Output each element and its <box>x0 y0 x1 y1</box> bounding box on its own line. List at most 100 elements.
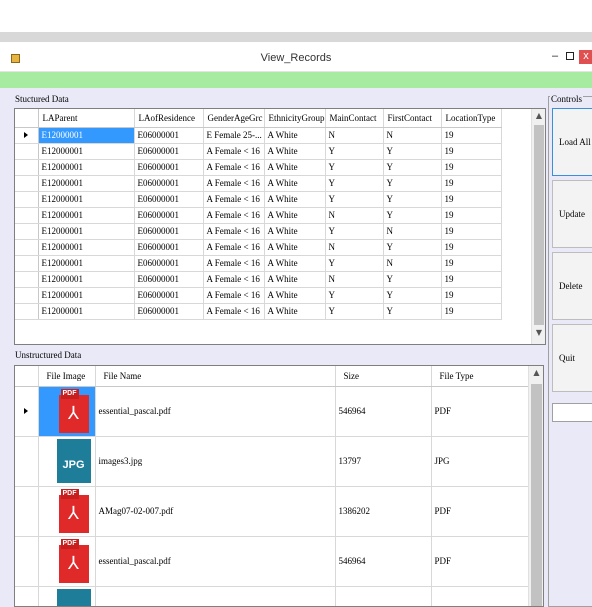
column-header[interactable]: File Image <box>38 366 96 387</box>
table-cell[interactable]: 19 <box>441 127 502 144</box>
table-row[interactable]: JPG images3.jpg 13797 JPG <box>15 436 530 487</box>
table-cell[interactable]: E12000001 <box>38 143 135 160</box>
table-cell[interactable]: A Female < 16 <box>203 303 265 320</box>
column-header[interactable]: LocationType <box>441 109 502 128</box>
table-row[interactable]: E12000001 E06000001 A Female < 16 A White N Y… <box>15 271 502 288</box>
table-cell[interactable]: Y <box>325 303 384 320</box>
table-cell[interactable]: E12000001 <box>38 159 135 176</box>
file-type-cell[interactable]: PDF <box>431 386 530 437</box>
column-header[interactable]: File Type <box>431 366 530 387</box>
table-cell[interactable]: Y <box>383 271 442 288</box>
table-cell[interactable]: N <box>383 127 442 144</box>
table-row[interactable]: PDF ⅄ essential_pascal.pdf 546964 PDF <box>15 386 530 437</box>
row-header[interactable] <box>15 586 39 606</box>
table-cell[interactable]: 19 <box>441 287 502 304</box>
table-cell[interactable]: E12000001 <box>38 223 135 240</box>
table-cell[interactable]: A White <box>264 271 326 288</box>
table-cell[interactable]: Y <box>325 287 384 304</box>
quit-button[interactable]: Quit <box>552 324 592 392</box>
row-header[interactable] <box>15 175 39 192</box>
update-button[interactable]: Update <box>552 180 592 248</box>
table-row[interactable]: E12000001 E06000001 A Female < 16 A White Y Y… <box>15 287 502 304</box>
table-cell[interactable]: N <box>383 223 442 240</box>
table-cell[interactable]: 19 <box>441 207 502 224</box>
table-cell[interactable]: Y <box>383 191 442 208</box>
file-image-cell[interactable]: PDF ⅄ <box>38 486 96 537</box>
table-row[interactable]: E12000001 E06000001 A Female < 16 A White Y Y… <box>15 175 502 192</box>
scrollbar-thumb[interactable] <box>534 125 544 325</box>
file-image-cell[interactable] <box>38 586 96 606</box>
unstructured-grid-scrollbar[interactable]: ▲ <box>528 366 543 606</box>
table-row[interactable]: E12000001 E06000001 A Female < 16 A White Y Y… <box>15 143 502 160</box>
row-header[interactable] <box>15 536 39 587</box>
unstructured-data-grid[interactable]: File Image File Name Size File Type PDF ⅄ ess… <box>14 365 544 607</box>
table-cell[interactable]: E06000001 <box>134 223 204 240</box>
table-cell[interactable]: A Female < 16 <box>203 207 265 224</box>
table-cell[interactable]: A Female < 16 <box>203 239 265 256</box>
table-cell[interactable]: 19 <box>441 255 502 272</box>
file-image-cell[interactable]: PDF ⅄ <box>38 386 96 437</box>
table-cell[interactable]: N <box>383 255 442 272</box>
table-cell[interactable]: E12000001 <box>38 127 135 144</box>
table-cell[interactable]: N <box>325 239 384 256</box>
table-cell[interactable]: 19 <box>441 159 502 176</box>
table-cell[interactable]: E06000001 <box>134 255 204 272</box>
table-cell[interactable]: A Female < 16 <box>203 255 265 272</box>
file-size-cell[interactable]: 546964 <box>335 386 432 437</box>
scroll-up-icon[interactable]: ▲ <box>532 111 545 125</box>
table-cell[interactable]: A White <box>264 191 326 208</box>
table-cell[interactable]: A White <box>264 127 326 144</box>
table-cell[interactable]: N <box>325 127 384 144</box>
table-cell[interactable]: A Female < 16 <box>203 175 265 192</box>
table-cell[interactable]: E06000001 <box>134 239 204 256</box>
row-header[interactable] <box>15 159 39 176</box>
table-row[interactable]: E12000001 E06000001 A Female < 16 A White Y N… <box>15 255 502 272</box>
minimize-button[interactable]: – <box>549 50 561 64</box>
column-header[interactable]: EthnicityGroup <box>264 109 326 128</box>
table-cell[interactable]: A White <box>264 303 326 320</box>
table-cell[interactable]: Y <box>383 287 442 304</box>
table-cell[interactable]: A White <box>264 255 326 272</box>
table-cell[interactable]: E06000001 <box>134 287 204 304</box>
file-size-cell[interactable]: 13797 <box>335 436 432 487</box>
table-cell[interactable]: E06000001 <box>134 271 204 288</box>
table-cell[interactable]: 19 <box>441 271 502 288</box>
scroll-down-icon[interactable]: ▼ <box>532 328 545 342</box>
table-cell[interactable]: N <box>325 271 384 288</box>
table-cell[interactable]: E06000001 <box>134 303 204 320</box>
table-cell[interactable]: A White <box>264 159 326 176</box>
table-cell[interactable]: A White <box>264 223 326 240</box>
table-cell[interactable]: 19 <box>441 143 502 160</box>
table-cell[interactable]: E06000001 <box>134 159 204 176</box>
file-size-cell[interactable]: 546964 <box>335 536 432 587</box>
row-header[interactable] <box>15 303 39 320</box>
table-cell[interactable]: E12000001 <box>38 239 135 256</box>
row-header[interactable] <box>15 239 39 256</box>
file-name-cell[interactable]: AMag07-02-007.pdf <box>95 486 336 537</box>
table-cell[interactable]: A Female < 16 <box>203 159 265 176</box>
file-name-cell[interactable]: essential_pascal.pdf <box>95 536 336 587</box>
table-cell[interactable]: Y <box>325 159 384 176</box>
table-cell[interactable]: E06000001 <box>134 143 204 160</box>
table-cell[interactable]: Y <box>383 207 442 224</box>
table-cell[interactable]: E12000001 <box>38 175 135 192</box>
table-cell[interactable]: A White <box>264 143 326 160</box>
table-cell[interactable]: E06000001 <box>134 207 204 224</box>
table-cell[interactable]: E12000001 <box>38 255 135 272</box>
file-image-cell[interactable]: JPG <box>38 436 96 487</box>
table-cell[interactable]: 19 <box>441 303 502 320</box>
table-cell[interactable]: A Female < 16 <box>203 191 265 208</box>
table-cell[interactable]: E06000001 <box>134 127 204 144</box>
table-cell[interactable]: E Female 25-... <box>203 127 265 144</box>
column-header[interactable]: GenderAgeGrc <box>203 109 265 128</box>
table-cell[interactable]: A Female < 16 <box>203 271 265 288</box>
file-name-cell[interactable]: images3.jpg <box>95 436 336 487</box>
row-header[interactable] <box>15 223 39 240</box>
file-name-cell[interactable]: essential_pascal.pdf <box>95 386 336 437</box>
table-cell[interactable]: E12000001 <box>38 303 135 320</box>
table-cell[interactable]: A White <box>264 239 326 256</box>
column-header[interactable]: File Name <box>95 366 336 387</box>
table-cell[interactable]: E12000001 <box>38 287 135 304</box>
row-header[interactable] <box>15 386 39 437</box>
close-button[interactable]: x <box>579 50 592 64</box>
